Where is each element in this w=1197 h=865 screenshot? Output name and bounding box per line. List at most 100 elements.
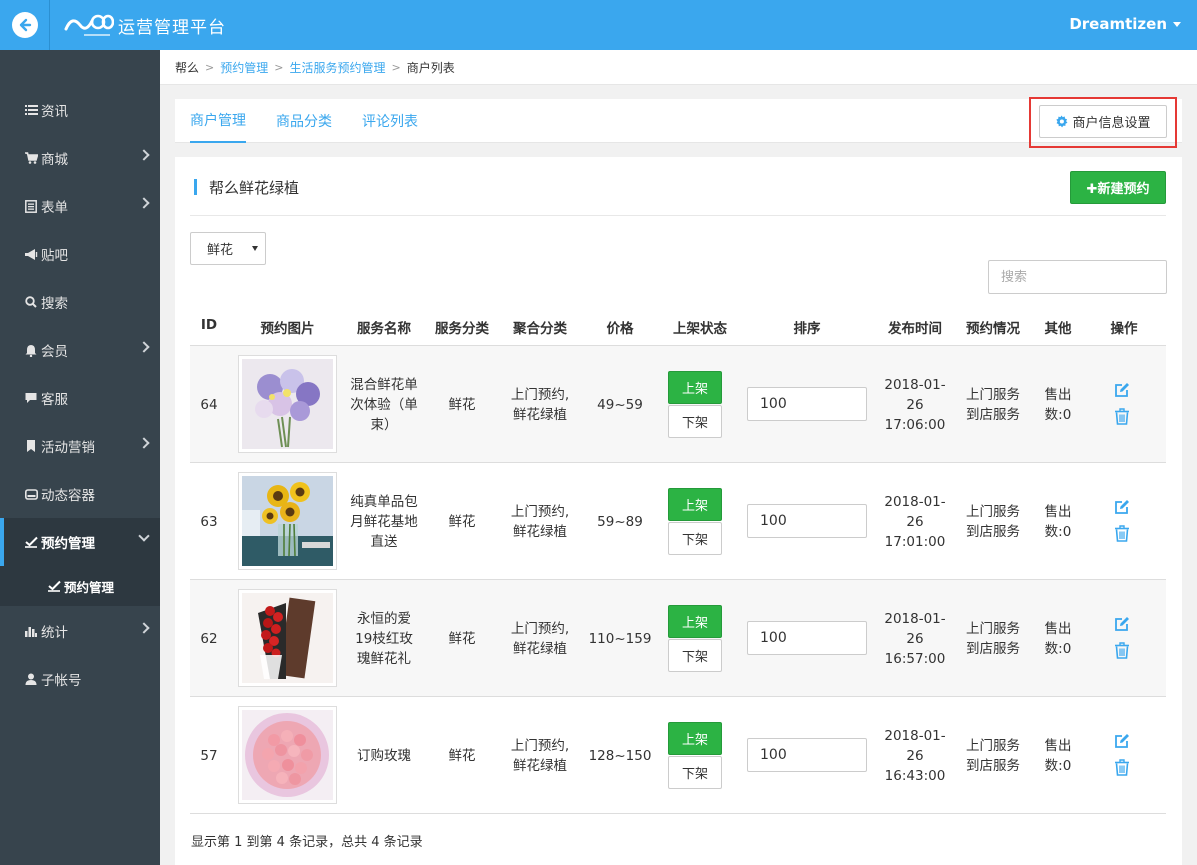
sidebar-item-forum[interactable]: 贴吧	[0, 230, 160, 278]
chevron-right-icon	[138, 341, 150, 353]
category-select-value: 鲜花	[207, 243, 234, 258]
sidebar-item-label: 资讯	[41, 104, 68, 120]
sidebar-item-member[interactable]: 会员	[0, 326, 160, 374]
tab-product-category[interactable]: 商品分类	[276, 99, 332, 143]
sort-input[interactable]	[747, 504, 867, 538]
chevron-right-icon	[138, 437, 150, 449]
caret-down-icon	[1173, 21, 1181, 27]
search-icon	[24, 295, 38, 309]
cell-other: 售出数:0	[1044, 503, 1072, 540]
tab-comment-list[interactable]: 评论列表	[362, 99, 418, 143]
list-icon	[24, 103, 38, 117]
cell-aggregate: 上门预约,鲜花绿植	[510, 737, 570, 774]
user-menu[interactable]: Dreamtizen	[1069, 15, 1181, 33]
product-image	[238, 706, 337, 804]
column-header: 其他	[1044, 321, 1072, 337]
cell-booking-status: 上门服务 到店服务	[966, 386, 1020, 423]
sunflower-image	[242, 476, 333, 566]
column-header: 预约情况	[966, 321, 1020, 337]
search-input[interactable]	[988, 260, 1167, 294]
sidebar-subitem-booking[interactable]: 预约管理	[0, 566, 160, 606]
sidebar-item-label: 动态容器	[41, 488, 95, 504]
edit-icon[interactable]	[1114, 616, 1130, 632]
cell-other: 售出数:0	[1044, 386, 1072, 423]
title-accent-bar	[194, 179, 197, 195]
cell-id: 63	[200, 513, 218, 530]
sidebar-item-label: 表单	[41, 200, 68, 216]
red-roses-image	[242, 593, 333, 683]
sidebar-item-label: 活动营销	[41, 440, 95, 456]
cell-publish-time: 2018-01-26 16:57:00	[884, 610, 946, 667]
back-button[interactable]	[0, 0, 50, 50]
list-on-button[interactable]: 上架	[668, 371, 722, 404]
check-square-icon	[48, 580, 61, 592]
sidebar-item-booking[interactable]: 预约管理	[0, 518, 160, 566]
sidebar-item-form[interactable]: 表单	[0, 182, 160, 230]
pagination-info: 显示第 1 到第 4 条记录，总共 4 条记录	[191, 835, 423, 850]
list-on-button[interactable]: 上架	[668, 605, 722, 638]
sidebar-item-news[interactable]: 资讯	[0, 86, 160, 134]
sidebar-item-stats[interactable]: 统计	[0, 607, 160, 655]
list-off-button[interactable]: 下架	[668, 522, 722, 555]
trash-icon[interactable]	[1114, 525, 1130, 542]
column-header: 预约图片	[260, 321, 315, 337]
list-off-button[interactable]: 下架	[668, 405, 722, 438]
column-header: 服务分类	[435, 321, 489, 337]
sidebar-item-marketing[interactable]: 活动营销	[0, 422, 160, 470]
sidebar-item-subaccount[interactable]: 子帐号	[0, 655, 160, 703]
column-header: ID	[200, 317, 218, 333]
sidebar-subitem-label: 预约管理	[64, 579, 115, 595]
edit-icon[interactable]	[1114, 733, 1130, 749]
sidebar-item-container[interactable]: 动态容器	[0, 470, 160, 518]
table-row: 63 纯真单品包月鲜花基地直送 鲜花 上门预约,鲜花绿植 59~89 上架 下架…	[190, 463, 1166, 580]
user-icon	[24, 672, 38, 686]
category-select[interactable]: 鲜花	[190, 232, 266, 265]
chat-icon	[24, 391, 38, 405]
bar-chart-icon	[24, 624, 38, 638]
sidebar-item-label: 子帐号	[41, 673, 82, 689]
cell-id: 57	[200, 747, 218, 764]
breadcrumb-item[interactable]: 帮么	[175, 59, 199, 76]
trash-icon[interactable]	[1114, 408, 1130, 425]
cell-service-name: 永恒的爱19枝红玫瑰鲜花礼	[355, 610, 413, 667]
sort-input[interactable]	[747, 621, 867, 655]
cell-booking-status: 上门服务 到店服务	[966, 503, 1020, 540]
cell-price: 49~59	[597, 396, 643, 413]
table-row: 64 混合鲜花单次体验（单束） 鲜花 上门预约,鲜花绿植 49~59 上架 下架…	[190, 346, 1166, 463]
sort-input[interactable]	[747, 387, 867, 421]
cell-service-name: 纯真单品包月鲜花基地直送	[350, 493, 418, 550]
sidebar-item-service[interactable]: 客服	[0, 374, 160, 422]
list-on-button[interactable]: 上架	[668, 722, 722, 755]
chevron-right-icon: >	[205, 60, 215, 74]
edit-icon[interactable]	[1114, 382, 1130, 398]
list-on-button[interactable]: 上架	[668, 488, 722, 521]
column-header: 排序	[793, 321, 821, 337]
trash-icon[interactable]	[1114, 759, 1130, 776]
sort-input[interactable]	[747, 738, 867, 772]
cart-icon	[24, 151, 38, 165]
list-off-button[interactable]: 下架	[668, 639, 722, 672]
cell-price: 110~159	[588, 630, 652, 647]
breadcrumb-item[interactable]: 预约管理	[220, 59, 268, 76]
sidebar-item-mall[interactable]: 商城	[0, 134, 160, 182]
platform-title: 运营管理平台	[118, 17, 226, 38]
back-arrow-icon	[11, 12, 38, 38]
sidebar-item-search[interactable]: 搜索	[0, 278, 160, 326]
list-off-button[interactable]: 下架	[668, 756, 722, 789]
cell-booking-status: 上门服务 到店服务	[966, 620, 1020, 657]
tab-merchant-management[interactable]: 商户管理	[190, 99, 246, 143]
sidebar-item-label: 预约管理	[41, 536, 95, 552]
table-row: 62 永恒的爱19枝红玫瑰鲜花礼 鲜花 上门预约,鲜花绿植 110~159 上架…	[190, 580, 1166, 697]
cell-aggregate: 上门预约,鲜花绿植	[510, 386, 570, 423]
new-booking-button[interactable]: ✚新建预约	[1070, 171, 1166, 204]
section-title: 帮么鲜花绿植	[194, 177, 299, 197]
breadcrumb-item[interactable]: 生活服务预约管理	[289, 59, 385, 76]
chevron-right-icon	[138, 622, 150, 634]
table-row: 57 订购玫瑰 鲜花 上门预约,鲜花绿植 128~150 上架 下架 2018-…	[190, 697, 1166, 814]
column-header: 价格	[606, 321, 634, 337]
column-header: 上架状态	[673, 321, 727, 337]
chevron-right-icon: >	[274, 60, 284, 74]
trash-icon[interactable]	[1114, 642, 1130, 659]
edit-icon[interactable]	[1114, 499, 1130, 515]
sidebar-item-label: 搜索	[41, 296, 68, 312]
